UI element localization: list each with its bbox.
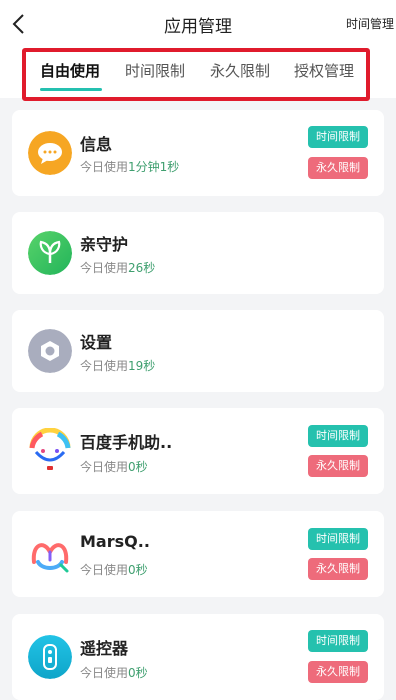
tab-free-use[interactable]: 自由使用 bbox=[40, 60, 100, 81]
tab-permanent-limit[interactable]: 永久限制 bbox=[210, 60, 270, 81]
sprout-icon bbox=[28, 231, 72, 275]
tab-authorization[interactable]: 授权管理 bbox=[294, 60, 354, 81]
app-card-baidu-assistant[interactable]: 百度手机助.. 今日使用0秒 时间限制 永久限制 bbox=[12, 408, 384, 494]
permanent-limit-button[interactable]: 永久限制 bbox=[308, 455, 368, 477]
app-name: MarsQ.. bbox=[80, 532, 150, 551]
header-bar: 应用管理 时间管理 bbox=[0, 0, 396, 46]
settings-hex-icon bbox=[28, 329, 72, 373]
app-name: 亲守护 bbox=[80, 235, 129, 254]
permanent-limit-button[interactable]: 永久限制 bbox=[308, 558, 368, 580]
usage-text: 今日使用26秒 bbox=[80, 261, 156, 275]
usage-text: 今日使用0秒 bbox=[80, 563, 148, 577]
app-name: 百度手机助.. bbox=[80, 433, 173, 452]
usage-text: 今日使用1分钟1秒 bbox=[80, 160, 180, 174]
active-tab-indicator bbox=[40, 88, 102, 91]
time-limit-button[interactable]: 时间限制 bbox=[308, 126, 368, 148]
time-limit-button[interactable]: 时间限制 bbox=[308, 425, 368, 447]
usage-text: 今日使用0秒 bbox=[80, 460, 148, 474]
remote-control-icon bbox=[28, 635, 72, 679]
tab-time-limit[interactable]: 时间限制 bbox=[125, 60, 185, 81]
page-title: 应用管理 bbox=[164, 17, 232, 37]
usage-text: 今日使用0秒 bbox=[80, 666, 148, 680]
tab-bar: 自由使用 时间限制 永久限制 授权管理 bbox=[0, 46, 396, 101]
marsq-icon bbox=[31, 543, 69, 573]
app-name: 设置 bbox=[80, 333, 113, 352]
baidu-assistant-icon bbox=[29, 428, 71, 470]
app-name: 遥控器 bbox=[80, 639, 129, 658]
message-icon bbox=[28, 131, 72, 175]
app-card-settings[interactable]: 设置 今日使用19秒 bbox=[12, 310, 384, 392]
app-name: 信息 bbox=[80, 135, 113, 154]
app-card-remote[interactable]: 遥控器 今日使用0秒 时间限制 永久限制 bbox=[12, 614, 384, 700]
permanent-limit-button[interactable]: 永久限制 bbox=[308, 661, 368, 683]
app-card-messages[interactable]: 信息 今日使用1分钟1秒 时间限制 永久限制 bbox=[12, 110, 384, 196]
time-limit-button[interactable]: 时间限制 bbox=[308, 630, 368, 652]
usage-text: 今日使用19秒 bbox=[80, 359, 156, 373]
app-card-marsq[interactable]: MarsQ.. 今日使用0秒 时间限制 永久限制 bbox=[12, 511, 384, 597]
app-card-guardian[interactable]: 亲守护 今日使用26秒 bbox=[12, 212, 384, 294]
time-limit-button[interactable]: 时间限制 bbox=[308, 528, 368, 550]
time-management-link[interactable]: 时间管理 bbox=[346, 15, 394, 32]
permanent-limit-button[interactable]: 永久限制 bbox=[308, 157, 368, 179]
